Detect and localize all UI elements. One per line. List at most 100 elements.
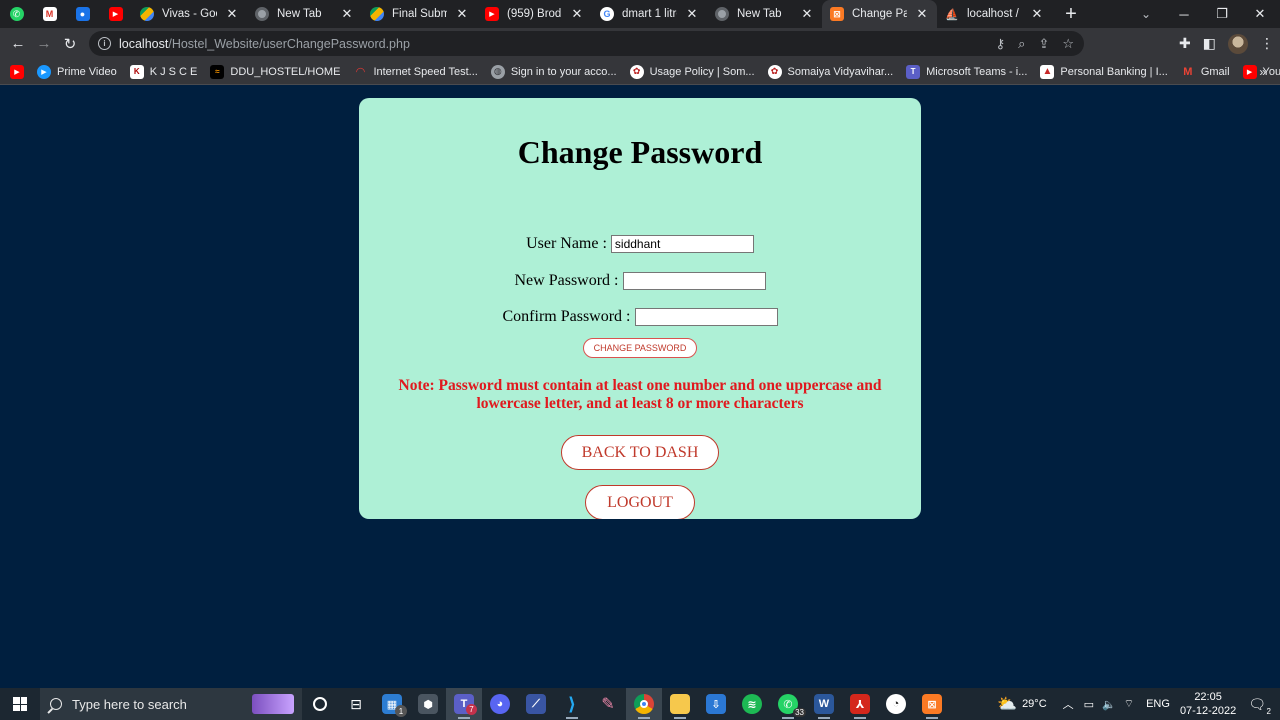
- zoom-icon[interactable]: ⌕: [1018, 36, 1025, 52]
- obs-icon: ◔: [886, 694, 906, 714]
- username-input[interactable]: [610, 235, 754, 253]
- close-icon[interactable]: ✕: [800, 6, 814, 22]
- taskbar-teams[interactable]: T 7: [446, 688, 482, 720]
- window-close-button[interactable]: ✕: [1241, 0, 1279, 28]
- taskbar-vscode[interactable]: ⟩: [554, 688, 590, 720]
- taskbar-visio[interactable]: ⟋: [518, 688, 554, 720]
- phpmyadmin-icon: ⛵: [945, 8, 959, 21]
- xampp-icon: ⊠: [922, 694, 942, 714]
- taskbar-3d-app[interactable]: ⬢: [410, 688, 446, 720]
- chrome-icon: [634, 694, 654, 714]
- notification-center-icon[interactable]: 🗨 2: [1248, 696, 1271, 716]
- tab-search-chevron-icon[interactable]: ⌄: [1132, 0, 1160, 28]
- tab-new-tab[interactable]: New Tab ✕: [247, 0, 362, 28]
- bookmark-sign-in[interactable]: ◍ Sign in to your acco...: [490, 64, 617, 79]
- change-password-button[interactable]: CHANGE PASSWORD: [583, 338, 697, 358]
- bookmark-somaiya-vidyavihar[interactable]: ✿ Somaiya Vidyavihar...: [767, 64, 893, 79]
- taskbar-acrobat[interactable]: ⅄: [842, 688, 878, 720]
- side-panel-icon[interactable]: ◧: [1203, 35, 1216, 52]
- profile-avatar[interactable]: [1228, 33, 1248, 54]
- taskbar-file-explorer[interactable]: [662, 688, 698, 720]
- page-viewport: Change Password User Name : New Password…: [0, 86, 1280, 688]
- taskbar-chrome[interactable]: [626, 688, 662, 720]
- bookmark-prime-video[interactable]: ▶ Prime Video: [37, 64, 117, 79]
- share-icon[interactable]: ⇪: [1038, 36, 1049, 52]
- bookmark-gmail[interactable]: M Gmail: [1181, 65, 1229, 79]
- reload-icon[interactable]: ↻: [57, 31, 83, 57]
- menu-kebab-icon[interactable]: ⋮: [1260, 35, 1274, 52]
- task-view-icon[interactable]: ⊟: [338, 688, 374, 720]
- battery-icon[interactable]: ▭: [1084, 698, 1094, 711]
- extensions-icon[interactable]: ✚: [1179, 35, 1191, 52]
- taskbar-search-box[interactable]: Type here to search: [40, 688, 302, 720]
- windows-logo-icon: [13, 697, 27, 711]
- bookmark-label: Sign in to your acco...: [510, 65, 617, 78]
- tab-label: (959) Brodha: [507, 8, 562, 20]
- pinned-tab-youtube[interactable]: ▶: [99, 0, 132, 28]
- close-icon[interactable]: ✕: [915, 6, 929, 22]
- taskbar-obs[interactable]: ◔: [878, 688, 914, 720]
- bookmark-kjsce[interactable]: K K J S C E: [129, 64, 197, 79]
- taskbar-paint[interactable]: ✎: [590, 688, 626, 720]
- weather-icon[interactable]: ⛅: [997, 694, 1017, 714]
- pinned-tab-whatsapp[interactable]: ✆: [0, 0, 33, 28]
- tab-vivas[interactable]: Vivas - Googl ✕: [132, 0, 247, 28]
- bookmark-youtube-shortcut[interactable]: ▶: [10, 64, 24, 79]
- taskbar-discord[interactable]: ◕: [482, 688, 518, 720]
- pinned-tab-contacts[interactable]: ●: [66, 0, 99, 28]
- bookmarks-overflow-icon[interactable]: »: [1259, 59, 1266, 85]
- taskbar-spotify[interactable]: ≋: [734, 688, 770, 720]
- site-info-icon[interactable]: i: [98, 37, 111, 50]
- language-indicator[interactable]: ENG: [1146, 698, 1170, 710]
- start-button[interactable]: [0, 688, 40, 720]
- installer-icon: ⇩: [706, 694, 726, 714]
- close-icon[interactable]: ✕: [1030, 6, 1044, 22]
- address-bar[interactable]: i localhost/Hostel_Website/userChangePas…: [89, 31, 1084, 56]
- bookmark-microsoft-teams[interactable]: T Microsoft Teams - i...: [906, 64, 1027, 79]
- close-icon[interactable]: ✕: [455, 6, 469, 22]
- key-icon[interactable]: ⚷: [996, 36, 1006, 52]
- tab-youtube-brodha[interactable]: ▶ (959) Brodha ✕: [477, 0, 592, 28]
- tab-new-tab-2[interactable]: New Tab ✕: [707, 0, 822, 28]
- restore-button[interactable]: ❐: [1203, 0, 1241, 28]
- forward-arrow-icon[interactable]: →: [31, 31, 57, 57]
- bookmark-ddu-hostel[interactable]: ≈ DDU_HOSTEL/HOME: [210, 64, 340, 79]
- confirm-password-input[interactable]: [634, 308, 778, 326]
- bookmark-personal-banking[interactable]: ▲ Personal Banking | I...: [1040, 64, 1168, 79]
- clock[interactable]: 22:05 07-12-2022: [1180, 690, 1236, 718]
- tray-overflow-icon[interactable]: ︿: [1063, 696, 1074, 712]
- bookmark-speed-test[interactable]: ◠ Internet Speed Test...: [353, 65, 478, 79]
- taskbar-installer[interactable]: ⇩: [698, 688, 734, 720]
- close-icon[interactable]: ✕: [570, 6, 584, 22]
- bookmark-label: Internet Speed Test...: [373, 65, 478, 78]
- bookmark-star-icon[interactable]: ☆: [1062, 36, 1074, 52]
- tab-final-submission[interactable]: Final Submiss ✕: [362, 0, 477, 28]
- bookmark-usage-policy[interactable]: ✿ Usage Policy | Som...: [629, 64, 755, 79]
- close-icon[interactable]: ✕: [225, 6, 239, 22]
- tab-localhost-phpmyadmin[interactable]: ⛵ localhost / 12 ✕: [937, 0, 1052, 28]
- volume-icon[interactable]: 🔈: [1102, 698, 1116, 711]
- back-to-dash-button[interactable]: BACK TO DASH: [561, 435, 719, 470]
- wifi-icon[interactable]: ⌔: [1124, 697, 1134, 711]
- logout-button[interactable]: LOGOUT: [585, 485, 695, 519]
- taskbar-xampp[interactable]: ⊠: [914, 688, 950, 720]
- new-tab-button[interactable]: +: [1056, 0, 1086, 28]
- cortana-icon[interactable]: [302, 688, 338, 720]
- close-icon[interactable]: ✕: [685, 6, 699, 22]
- taskbar-whatsapp[interactable]: ✆ 33: [770, 688, 806, 720]
- gmail-icon: M: [1183, 65, 1193, 78]
- pinned-tab-gmail[interactable]: M: [33, 0, 66, 28]
- taskbar-store[interactable]: ▦ 1: [374, 688, 410, 720]
- taskbar-word[interactable]: W: [806, 688, 842, 720]
- bookmarks-bar: ▶ ▶ Prime Video K K J S C E ≈ DDU_HOSTEL…: [0, 59, 1280, 85]
- back-arrow-icon[interactable]: ←: [5, 31, 31, 57]
- tab-change-password[interactable]: ⊠ Change Passw ✕: [822, 0, 937, 28]
- xampp-icon: ⊠: [830, 7, 844, 21]
- tab-dmart[interactable]: G dmart 1 litre ✕: [592, 0, 707, 28]
- bank-icon: ▲: [1040, 64, 1055, 79]
- minimize-button[interactable]: ─: [1165, 0, 1203, 28]
- close-icon[interactable]: ✕: [340, 6, 354, 22]
- url-text[interactable]: localhost/Hostel_Website/userChangePassw…: [119, 37, 410, 51]
- new-password-input[interactable]: [622, 272, 766, 290]
- weather-temperature[interactable]: 29°C: [1022, 698, 1047, 710]
